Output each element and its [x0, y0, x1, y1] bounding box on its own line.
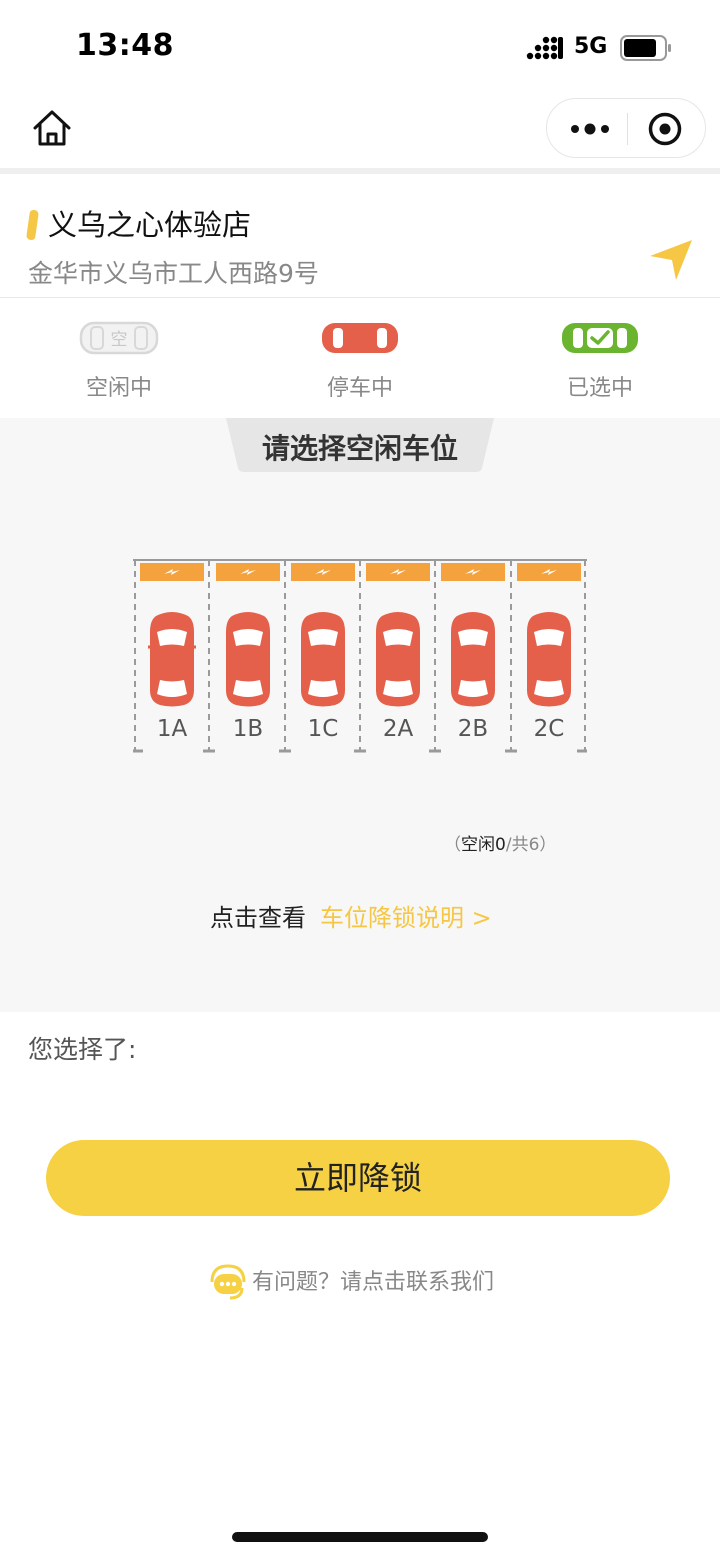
slot-label: 2C — [533, 716, 565, 742]
unlock-button-label: 立即降锁 — [293, 1160, 422, 1196]
legend-parked-label: 停车中 — [326, 376, 393, 401]
free-icon-text: 空 — [111, 330, 128, 350]
slot-legend: 空 空闲中 停车中 已选中 — [0, 298, 720, 418]
unlock-explanation: 点击查看 车位降锁说明 > — [210, 898, 492, 933]
charger-bar — [140, 563, 204, 581]
lightning-icon — [164, 569, 180, 575]
legend-selected-label: 已选中 — [566, 376, 633, 401]
store-accent-mark — [25, 210, 40, 240]
home-indicator[interactable] — [232, 1532, 488, 1542]
slot-1c[interactable]: 1C — [285, 558, 361, 752]
charger-bar — [216, 563, 280, 581]
legend-parked: 停车中 — [300, 318, 420, 402]
lightning-icon — [465, 569, 481, 575]
contact-text: 有问题？请点击联系我们 — [252, 1270, 495, 1295]
parked-car-icon — [527, 612, 571, 707]
slot-2a[interactable]: 2A — [360, 558, 436, 752]
status-time: 13:48 — [76, 28, 174, 63]
legend-free-label: 空闲中 — [85, 376, 152, 401]
slot-1a[interactable]: 1A — [134, 558, 210, 752]
lot-title: 请选择空闲车位 — [261, 432, 458, 465]
parked-car-icon — [301, 612, 345, 707]
store-info: 义乌之心体验店 金华市义乌市工人西路9号 — [0, 174, 720, 298]
store-name: 义乌之心体验店 — [48, 208, 252, 242]
slot-2b[interactable]: 2B — [435, 558, 511, 752]
slot-label: 1B — [232, 716, 264, 742]
selected-car-icon — [562, 323, 638, 353]
unlock-explanation-link[interactable]: 车位降锁说明 > — [320, 904, 492, 932]
close-miniprogram-icon[interactable] — [647, 111, 683, 147]
charger-bar — [441, 563, 505, 581]
lightning-icon — [541, 569, 557, 575]
free-count-close: ） — [539, 835, 557, 855]
lightning-icon — [390, 569, 406, 575]
free-count-total-label: 共 — [511, 835, 529, 855]
charger-bar — [291, 563, 355, 581]
slot-label: 1C — [307, 716, 339, 742]
home-icon[interactable] — [30, 106, 74, 150]
unlock-now-button[interactable]: 立即降锁 — [46, 1140, 670, 1216]
store-address: 金华市义乌市工人西路9号 — [28, 259, 319, 288]
slot-label: 2B — [457, 716, 489, 742]
parked-car-icon — [376, 612, 420, 707]
lot-title-tab: 请选择空闲车位 — [226, 418, 494, 472]
free-count-total: 6 — [528, 835, 540, 855]
explain-prefix: 点击查看 — [210, 904, 306, 932]
lightning-icon — [240, 569, 256, 575]
legend-selected: 已选中 — [540, 318, 660, 402]
parking-lot-panel: 请选择空闲车位 1A 1B 1C 2A 2B 2C （空闲0/共6） 点击查看 … — [0, 418, 720, 1012]
parked-car-icon — [322, 323, 398, 353]
slot-1b[interactable]: 1B — [210, 558, 286, 752]
nav-bar — [0, 90, 720, 168]
battery-icon — [620, 35, 671, 61]
capsule-divider — [627, 113, 628, 145]
selected-slot-label: 您选择了: — [28, 1035, 137, 1064]
parked-car-icon — [148, 612, 196, 707]
free-count-open: （ — [444, 835, 461, 855]
more-icon[interactable] — [565, 111, 615, 147]
charger-bar — [517, 563, 581, 581]
status-bar: 13:48 5G — [0, 0, 720, 90]
lightning-icon — [315, 569, 331, 575]
slot-label: 1A — [156, 716, 188, 742]
navigation-arrow-icon[interactable] — [648, 236, 694, 282]
charger-bar — [366, 563, 430, 581]
legend-free: 空 空闲中 — [59, 318, 179, 402]
parked-car-icon — [226, 612, 270, 707]
network-label: 5G — [574, 34, 608, 59]
headset-icon — [210, 1264, 246, 1300]
signal-icon — [526, 36, 563, 60]
free-slot-count: （空闲0/共6） — [444, 830, 556, 855]
parking-slots: 1A 1B 1C 2A 2B 2C — [133, 558, 589, 758]
free-car-icon: 空 — [79, 321, 159, 355]
capsule-menu — [546, 98, 706, 158]
parked-car-icon — [451, 612, 495, 707]
slot-2c[interactable]: 2C — [511, 558, 587, 752]
free-count-free-label: 空闲 — [461, 835, 495, 855]
slot-label: 2A — [382, 716, 414, 742]
free-count-free: 0 — [495, 835, 506, 855]
